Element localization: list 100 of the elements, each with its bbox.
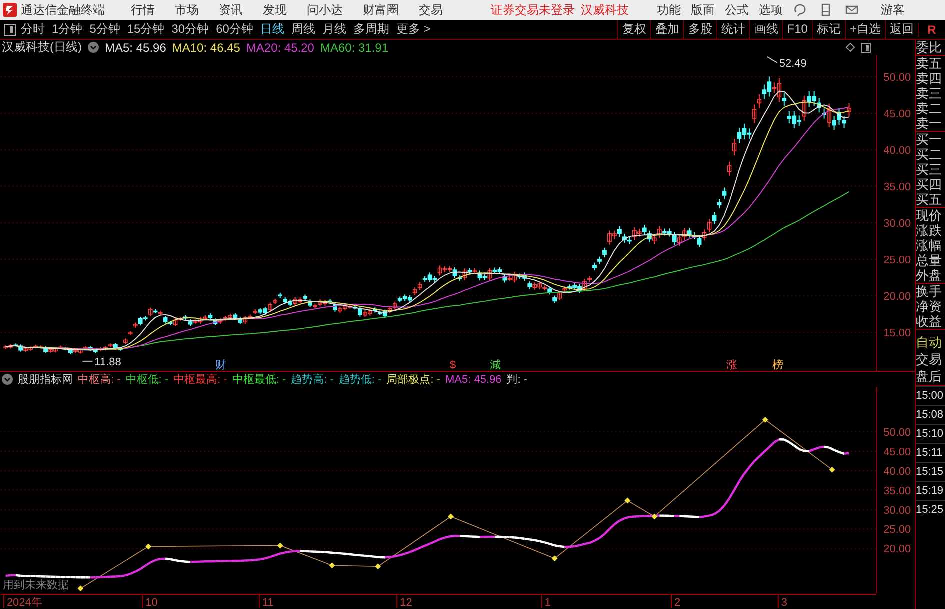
future-data-note: 用到未来数据 bbox=[2, 580, 69, 592]
quote-label: 买三 bbox=[916, 162, 943, 177]
menu-item[interactable]: 市场 bbox=[175, 2, 199, 18]
toolbar-button[interactable]: 标记 bbox=[812, 20, 845, 39]
side-item[interactable]: 盘后 bbox=[916, 368, 945, 385]
date-label: 10 bbox=[146, 597, 158, 609]
period-tab[interactable]: 5分钟 bbox=[90, 21, 120, 38]
ma-legend: MA20: 45.20 bbox=[246, 40, 314, 54]
axis-label: 20.00 bbox=[884, 544, 912, 556]
event-marker[interactable]: $ bbox=[450, 359, 456, 372]
period-tab[interactable]: 60分钟 bbox=[216, 21, 254, 38]
axis-label: 45.00 bbox=[884, 446, 912, 459]
more-tab[interactable]: 更多 > bbox=[396, 21, 431, 38]
toolbar-button[interactable]: 统计 bbox=[716, 20, 750, 39]
side-item[interactable]: 交易 bbox=[916, 351, 945, 368]
axis-label: 15.00 bbox=[884, 327, 912, 340]
quote-label: 买一 bbox=[916, 132, 943, 147]
ma-legend: MA10: 46.45 bbox=[172, 40, 240, 54]
date-label: 3 bbox=[781, 597, 788, 609]
period-tab[interactable]: 1分钟 bbox=[52, 21, 83, 38]
ma-legend: MA5: 45.96 bbox=[105, 40, 166, 54]
date-label: 2024年 bbox=[6, 597, 42, 609]
menu-item[interactable]: 选项 bbox=[759, 2, 783, 18]
quote-label: 总量 bbox=[916, 253, 943, 268]
period-tab[interactable]: 多周期 bbox=[353, 21, 390, 38]
chart-title: 汉威科技(日线) bbox=[2, 39, 82, 56]
menu-item[interactable]: 问小达 bbox=[307, 2, 343, 18]
quote-label: 卖五 bbox=[916, 56, 943, 71]
period-tab[interactable]: 周线 bbox=[291, 21, 316, 38]
app-title: 通达信金融终端 bbox=[21, 2, 105, 18]
side-header[interactable]: 自动 bbox=[916, 334, 945, 351]
indicator-legend: 中枢高: - bbox=[78, 372, 121, 388]
menu-item[interactable]: 功能 bbox=[657, 2, 681, 18]
quote-label: 现价 bbox=[916, 208, 943, 223]
quote-label: 卖二 bbox=[916, 101, 943, 116]
quote-label: 买二 bbox=[916, 147, 943, 162]
toolbar-button[interactable]: 复权 bbox=[617, 20, 650, 39]
axis-label: 30.00 bbox=[884, 505, 912, 518]
period-tab[interactable]: 分时 bbox=[21, 21, 45, 38]
menu-item[interactable]: 交易 bbox=[419, 2, 443, 18]
period-tab[interactable]: 日线 bbox=[260, 21, 284, 38]
toolbar-button[interactable]: 返回 bbox=[885, 20, 918, 39]
toolbar-button[interactable]: +自选 bbox=[844, 20, 885, 39]
toolbar-button[interactable]: F10 bbox=[782, 20, 812, 39]
trade-time: 15:00 bbox=[916, 386, 945, 405]
axis-label: 50.00 bbox=[884, 72, 912, 84]
indicator-legend: 中枢最高: - bbox=[174, 372, 228, 388]
menu-item[interactable]: 财富圈 bbox=[363, 2, 399, 18]
event-marker[interactable]: 涨 bbox=[726, 359, 738, 372]
menu-item[interactable]: 发现 bbox=[263, 2, 287, 18]
axis-label: 30.00 bbox=[884, 218, 912, 230]
quote-label: 卖一 bbox=[916, 116, 943, 131]
indicator-legend: 局部极点: - bbox=[386, 372, 440, 388]
axis-label: 50.00 bbox=[884, 427, 912, 440]
menu-item[interactable]: 行情 bbox=[131, 2, 155, 18]
quote-label: 收益 bbox=[916, 314, 943, 329]
date-label: 1 bbox=[544, 597, 551, 609]
menu-item[interactable]: 资讯 bbox=[219, 2, 243, 18]
trade-time: 15:11 bbox=[916, 443, 945, 462]
toolbar-button[interactable]: 叠加 bbox=[650, 20, 684, 39]
quote-label: 涨跌 bbox=[916, 223, 943, 238]
quote-label: 涨幅 bbox=[916, 238, 943, 253]
quote-label: 卖四 bbox=[916, 71, 943, 86]
trade-time: 15:19 bbox=[916, 481, 945, 500]
event-marker[interactable]: 榜 bbox=[772, 359, 784, 372]
axis-label: 25.00 bbox=[884, 524, 912, 537]
ma-legend: MA60: 31.91 bbox=[320, 40, 389, 54]
r-mark: R bbox=[918, 22, 945, 36]
toolbar-button[interactable]: 多股 bbox=[683, 20, 716, 39]
period-tab[interactable]: 30分钟 bbox=[172, 21, 210, 38]
period-tab[interactable]: 15分钟 bbox=[127, 21, 165, 38]
low-price-label: 11.88 bbox=[94, 356, 122, 368]
date-label: 12 bbox=[400, 597, 412, 609]
quote-label: 卖三 bbox=[916, 86, 943, 101]
menu-item[interactable]: 公式 bbox=[725, 2, 749, 18]
period-tab[interactable]: 月线 bbox=[322, 21, 346, 38]
trade-time: 15:15 bbox=[916, 462, 945, 481]
user-label[interactable]: 游客 bbox=[881, 2, 905, 18]
axis-label: 45.00 bbox=[884, 108, 912, 120]
axis-label: 35.00 bbox=[884, 181, 912, 194]
axis-label: 35.00 bbox=[884, 486, 912, 498]
quote-label: 净资 bbox=[916, 299, 943, 314]
indicator-legend: 趋势低: - bbox=[338, 372, 382, 388]
toolbar-button[interactable]: 画线 bbox=[749, 20, 782, 39]
indicator-legend: 判: - bbox=[506, 372, 528, 388]
event-marker[interactable]: 财 bbox=[215, 359, 226, 372]
login-notice[interactable]: 证券交易未登录 bbox=[491, 2, 575, 18]
quote-label: 外盘 bbox=[916, 268, 943, 283]
quote-label: 买五 bbox=[916, 192, 943, 207]
trade-time: 15:25 bbox=[916, 500, 945, 519]
event-marker[interactable]: 減 bbox=[490, 359, 501, 372]
indicator-legend: 中枢最低: - bbox=[232, 372, 286, 388]
indicator-legend: MA5: 45.96 bbox=[445, 374, 502, 386]
axis-label: 40.00 bbox=[884, 144, 912, 157]
axis-label: 40.00 bbox=[884, 466, 912, 478]
quote-label: 买四 bbox=[916, 177, 943, 192]
menu-item[interactable]: 版面 bbox=[691, 2, 715, 18]
date-label: 11 bbox=[262, 597, 274, 609]
high-price-label: 52.49 bbox=[779, 58, 807, 70]
stock-name: 汉威科技 bbox=[581, 2, 629, 18]
